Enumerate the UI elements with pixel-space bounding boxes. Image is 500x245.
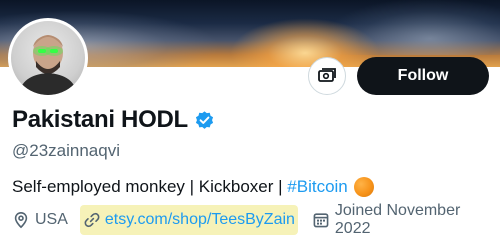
money-icon bbox=[318, 68, 336, 82]
link-icon bbox=[84, 212, 100, 228]
profile-bio: Self-employed monkey | Kickboxer | #Bitc… bbox=[12, 177, 374, 197]
joined-date: Joined November 2022 bbox=[334, 202, 461, 237]
location-label: USA bbox=[35, 211, 68, 228]
avatar[interactable] bbox=[8, 18, 88, 98]
website-highlight: etsy.com/shop/TeesByZain bbox=[79, 205, 298, 235]
website-item: etsy.com/shop/TeesByZain bbox=[79, 205, 298, 235]
location-item: USA bbox=[12, 211, 68, 229]
calendar-icon bbox=[313, 213, 329, 228]
website-link[interactable]: etsy.com/shop/TeesByZain bbox=[105, 211, 295, 229]
bio-text: Self-employed monkey | Kickboxer | bbox=[12, 177, 288, 196]
display-name: Pakistani HODL bbox=[12, 106, 188, 133]
avatar-portrait bbox=[19, 35, 77, 95]
bitcoin-coin-icon bbox=[353, 177, 374, 197]
profile-meta: USA etsy.com/shop/TeesByZain Joined Nove… bbox=[12, 202, 500, 237]
joined-item: Joined November 2022 bbox=[312, 202, 500, 238]
verified-badge-icon[interactable] bbox=[194, 110, 215, 131]
banner-sun-glow bbox=[230, 18, 380, 67]
avatar-image bbox=[11, 21, 85, 95]
follow-button[interactable]: Follow bbox=[357, 57, 489, 95]
name-row: Pakistani HODL bbox=[12, 104, 215, 136]
profile-handle: @23zainnaqvi bbox=[12, 141, 120, 160]
money-icon-button[interactable] bbox=[308, 57, 346, 95]
bio-hashtag-link[interactable]: #Bitcoin bbox=[287, 177, 347, 197]
location-pin-icon bbox=[14, 211, 28, 229]
